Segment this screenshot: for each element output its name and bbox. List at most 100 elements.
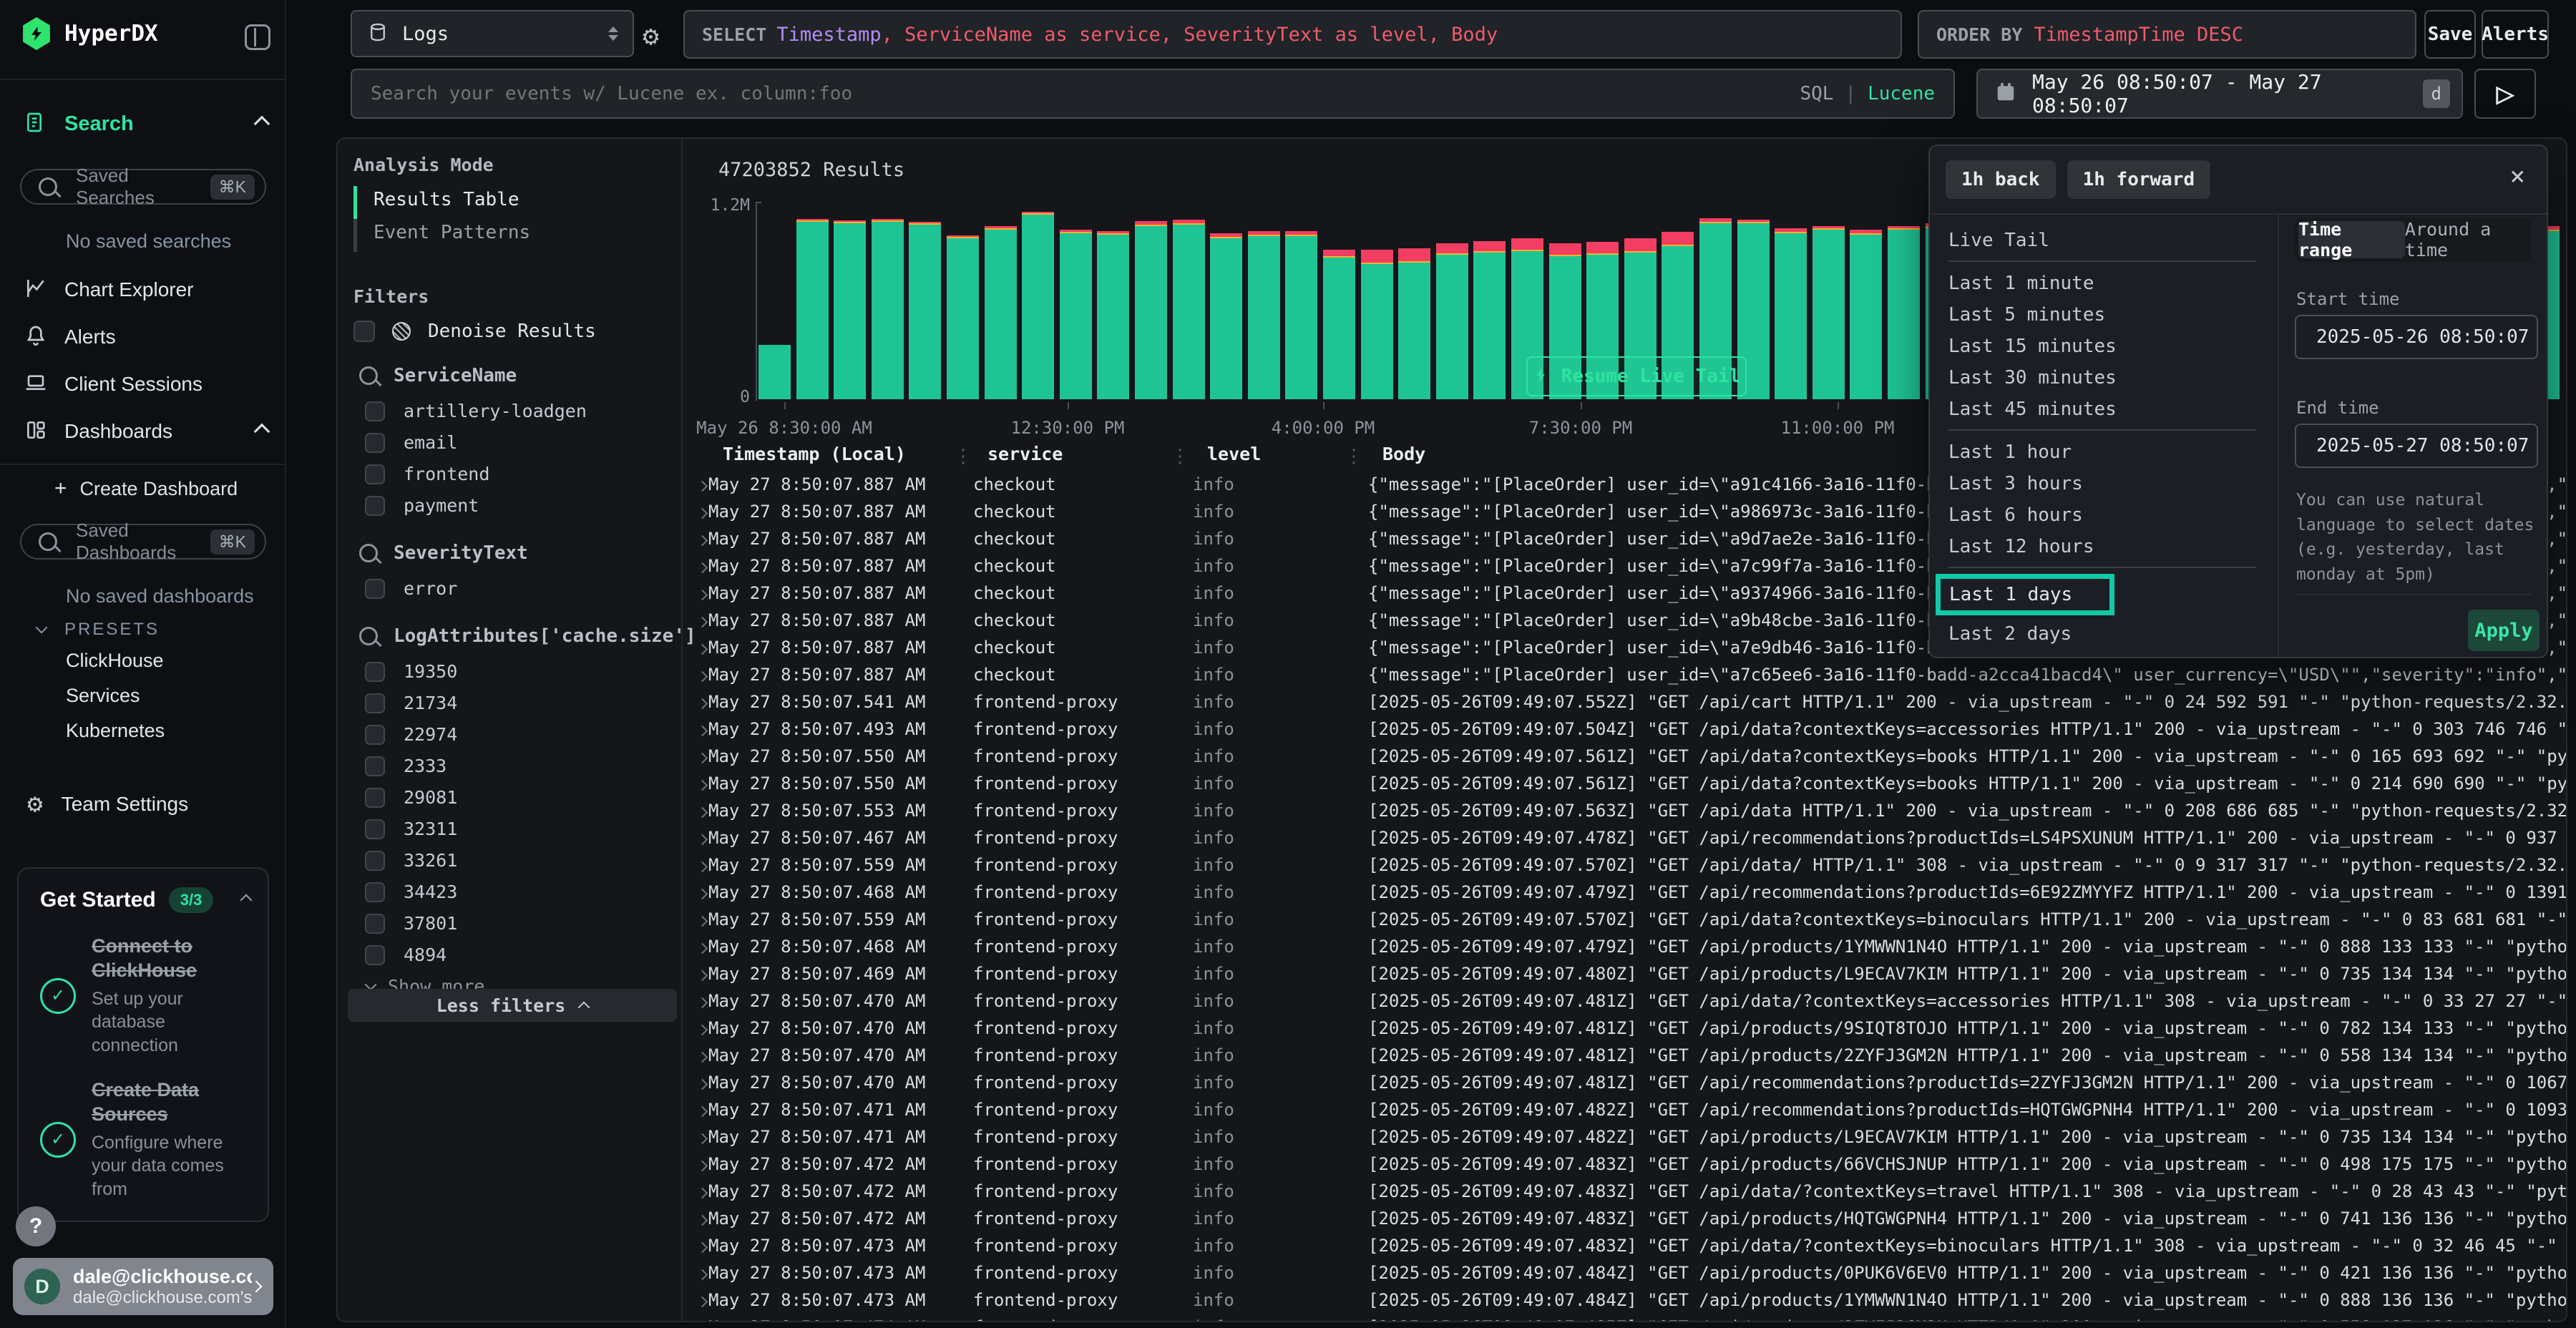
row-expand-icon[interactable] xyxy=(681,773,708,794)
save-button[interactable]: Save xyxy=(2424,10,2476,59)
row-expand-icon[interactable] xyxy=(681,1018,708,1038)
close-icon[interactable]: × xyxy=(2509,162,2525,191)
mode-results-table[interactable]: Results Table xyxy=(374,189,519,210)
filter-option[interactable]: artillery-loadgen xyxy=(365,401,674,421)
filter-option[interactable]: 21734 xyxy=(365,693,674,713)
collapse-sidebar-icon[interactable] xyxy=(245,24,270,50)
sidebar-item-chart-explorer[interactable]: Chart Explorer xyxy=(24,273,268,306)
row-expand-icon[interactable] xyxy=(681,1127,708,1147)
tab-time-range[interactable]: Time range xyxy=(2298,221,2405,258)
denoise-results-option[interactable]: Denoise Results xyxy=(353,321,596,342)
chevron-up-icon[interactable] xyxy=(254,116,270,132)
log-table-row[interactable]: May 27 8:50:07.472 AMfrontend-proxyinfo[… xyxy=(681,1151,2567,1178)
filter-option[interactable]: payment xyxy=(365,495,674,516)
time-range-option[interactable]: Last 6 hours xyxy=(1948,499,2083,531)
log-table-row[interactable]: May 27 8:50:07.541 AMfrontend-proxyinfo[… xyxy=(681,688,2567,716)
log-table-row[interactable]: May 27 8:50:07.550 AMfrontend-proxyinfo[… xyxy=(681,770,2567,797)
mode-event-patterns[interactable]: Event Patterns xyxy=(374,222,530,243)
filter-option[interactable]: 19350 xyxy=(365,661,674,682)
row-expand-icon[interactable] xyxy=(681,937,708,957)
column-header-level[interactable]: level xyxy=(1207,444,1261,464)
row-expand-icon[interactable] xyxy=(681,882,708,902)
shift-forward-button[interactable]: 1h forward xyxy=(2067,160,2211,199)
start-time-input[interactable]: 2025-05-26 08:50:07 xyxy=(2295,315,2538,359)
row-expand-icon[interactable] xyxy=(681,1209,708,1229)
log-table-row[interactable]: May 27 8:50:07.550 AMfrontend-proxyinfo[… xyxy=(681,743,2567,770)
sql-mode-toggle[interactable]: SQL xyxy=(1800,83,1833,104)
time-range-option[interactable]: Last 45 minutes xyxy=(1948,394,2117,425)
row-expand-icon[interactable] xyxy=(681,1317,708,1322)
resume-live-tail-button[interactable]: Resume Live Tail xyxy=(1526,356,1747,396)
filter-checkbox[interactable] xyxy=(365,579,385,599)
row-expand-icon[interactable] xyxy=(681,1073,708,1093)
time-range-option-selected[interactable]: Last 1 days xyxy=(1936,574,2114,615)
row-expand-icon[interactable] xyxy=(681,556,708,576)
saved-searches-input[interactable]: Saved Searches ⌘K xyxy=(20,169,266,205)
get-started-step[interactable]: ✓Connect to ClickHouseSet up your databa… xyxy=(40,934,250,1057)
orderby-input[interactable]: ORDER BY TimestampTime DESC xyxy=(1918,10,2416,59)
row-expand-icon[interactable] xyxy=(681,964,708,984)
row-expand-icon[interactable] xyxy=(681,502,708,522)
time-range-option[interactable]: Last 5 minutes xyxy=(1948,299,2105,331)
row-expand-icon[interactable] xyxy=(681,1045,708,1065)
time-range-option[interactable]: Last 1 hour xyxy=(1948,436,2072,468)
filter-option[interactable]: error xyxy=(365,578,674,599)
filter-checkbox[interactable] xyxy=(365,756,385,776)
filter-option[interactable]: 4894 xyxy=(365,944,674,965)
time-range-option[interactable]: Last 3 hours xyxy=(1948,468,2083,499)
row-expand-icon[interactable] xyxy=(681,828,708,848)
row-expand-icon[interactable] xyxy=(681,638,708,658)
row-expand-icon[interactable] xyxy=(681,1236,708,1256)
row-expand-icon[interactable] xyxy=(681,1181,708,1201)
presets-section-header[interactable]: PRESETS xyxy=(37,620,160,640)
sidebar-item-search[interactable]: Search xyxy=(24,107,268,140)
user-menu[interactable]: D dale@clickhouse.com dale@clickhouse.co… xyxy=(13,1258,273,1315)
log-table-row[interactable]: May 27 8:50:07.473 AMfrontend-proxyinfo[… xyxy=(681,1286,2567,1314)
log-table-row[interactable]: May 27 8:50:07.559 AMfrontend-proxyinfo[… xyxy=(681,851,2567,879)
row-expand-icon[interactable] xyxy=(681,1154,708,1174)
filter-checkbox[interactable] xyxy=(365,725,385,745)
log-table-row[interactable]: May 27 8:50:07.553 AMfrontend-proxyinfo[… xyxy=(681,797,2567,824)
run-query-button[interactable]: ▷ xyxy=(2474,69,2536,119)
filter-checkbox[interactable] xyxy=(365,882,385,902)
date-range-picker[interactable]: May 26 08:50:07 - May 27 08:50:07 d xyxy=(1976,69,2463,119)
log-table-row[interactable]: May 27 8:50:07.471 AMfrontend-proxyinfo[… xyxy=(681,1123,2567,1151)
chevron-up-icon[interactable] xyxy=(240,894,253,907)
filter-option[interactable]: 2333 xyxy=(365,756,674,776)
log-table-row[interactable]: May 27 8:50:07.474 AMfrontend-proxyinfo[… xyxy=(681,1314,2567,1322)
log-table-row[interactable]: May 27 8:50:07.467 AMfrontend-proxyinfo[… xyxy=(681,824,2567,851)
column-header-timestamp[interactable]: Timestamp (Local) xyxy=(723,444,906,464)
saved-dashboards-input[interactable]: Saved Dashboards ⌘K xyxy=(20,524,266,560)
log-table-row[interactable]: May 27 8:50:07.470 AMfrontend-proxyinfo[… xyxy=(681,987,2567,1015)
log-table-row[interactable]: May 27 8:50:07.468 AMfrontend-proxyinfo[… xyxy=(681,933,2567,960)
row-expand-icon[interactable] xyxy=(681,801,708,821)
time-range-option[interactable]: Last 30 minutes xyxy=(1948,362,2117,394)
search-input[interactable] xyxy=(369,82,1800,105)
log-table-row[interactable]: May 27 8:50:07.470 AMfrontend-proxyinfo[… xyxy=(681,1042,2567,1069)
filter-checkbox[interactable] xyxy=(365,662,385,682)
log-table-row[interactable]: May 27 8:50:07.559 AMfrontend-proxyinfo[… xyxy=(681,906,2567,933)
row-expand-icon[interactable] xyxy=(681,719,708,739)
column-header-service[interactable]: service xyxy=(987,444,1063,464)
time-range-option[interactable]: Last 1 minute xyxy=(1948,268,2094,299)
filter-checkbox[interactable] xyxy=(365,851,385,871)
row-expand-icon[interactable] xyxy=(681,529,708,549)
column-resize-handle[interactable]: ⋮ xyxy=(1345,444,1363,469)
chevron-up-icon[interactable] xyxy=(254,424,270,440)
apply-button[interactable]: Apply xyxy=(2468,610,2540,651)
row-expand-icon[interactable] xyxy=(681,610,708,630)
log-table-row[interactable]: May 27 8:50:07.472 AMfrontend-proxyinfo[… xyxy=(681,1205,2567,1232)
query-settings-gear-icon[interactable]: ⚙ xyxy=(643,20,659,52)
column-header-body[interactable]: Body xyxy=(1382,444,1425,464)
get-started-step[interactable]: ✓Create Data SourcesConfigure where your… xyxy=(40,1078,250,1201)
column-resize-handle[interactable]: ⋮ xyxy=(954,444,972,469)
row-expand-icon[interactable] xyxy=(681,1263,708,1283)
help-button[interactable]: ? xyxy=(16,1206,56,1246)
row-expand-icon[interactable] xyxy=(681,855,708,875)
filter-option[interactable]: 34423 xyxy=(365,882,674,902)
filter-option[interactable]: 22974 xyxy=(365,724,674,745)
time-range-option[interactable]: Last 12 hours xyxy=(1948,531,2094,562)
filter-checkbox[interactable] xyxy=(365,945,385,965)
row-expand-icon[interactable] xyxy=(681,583,708,603)
preset-link[interactable]: ClickHouse xyxy=(66,650,165,672)
